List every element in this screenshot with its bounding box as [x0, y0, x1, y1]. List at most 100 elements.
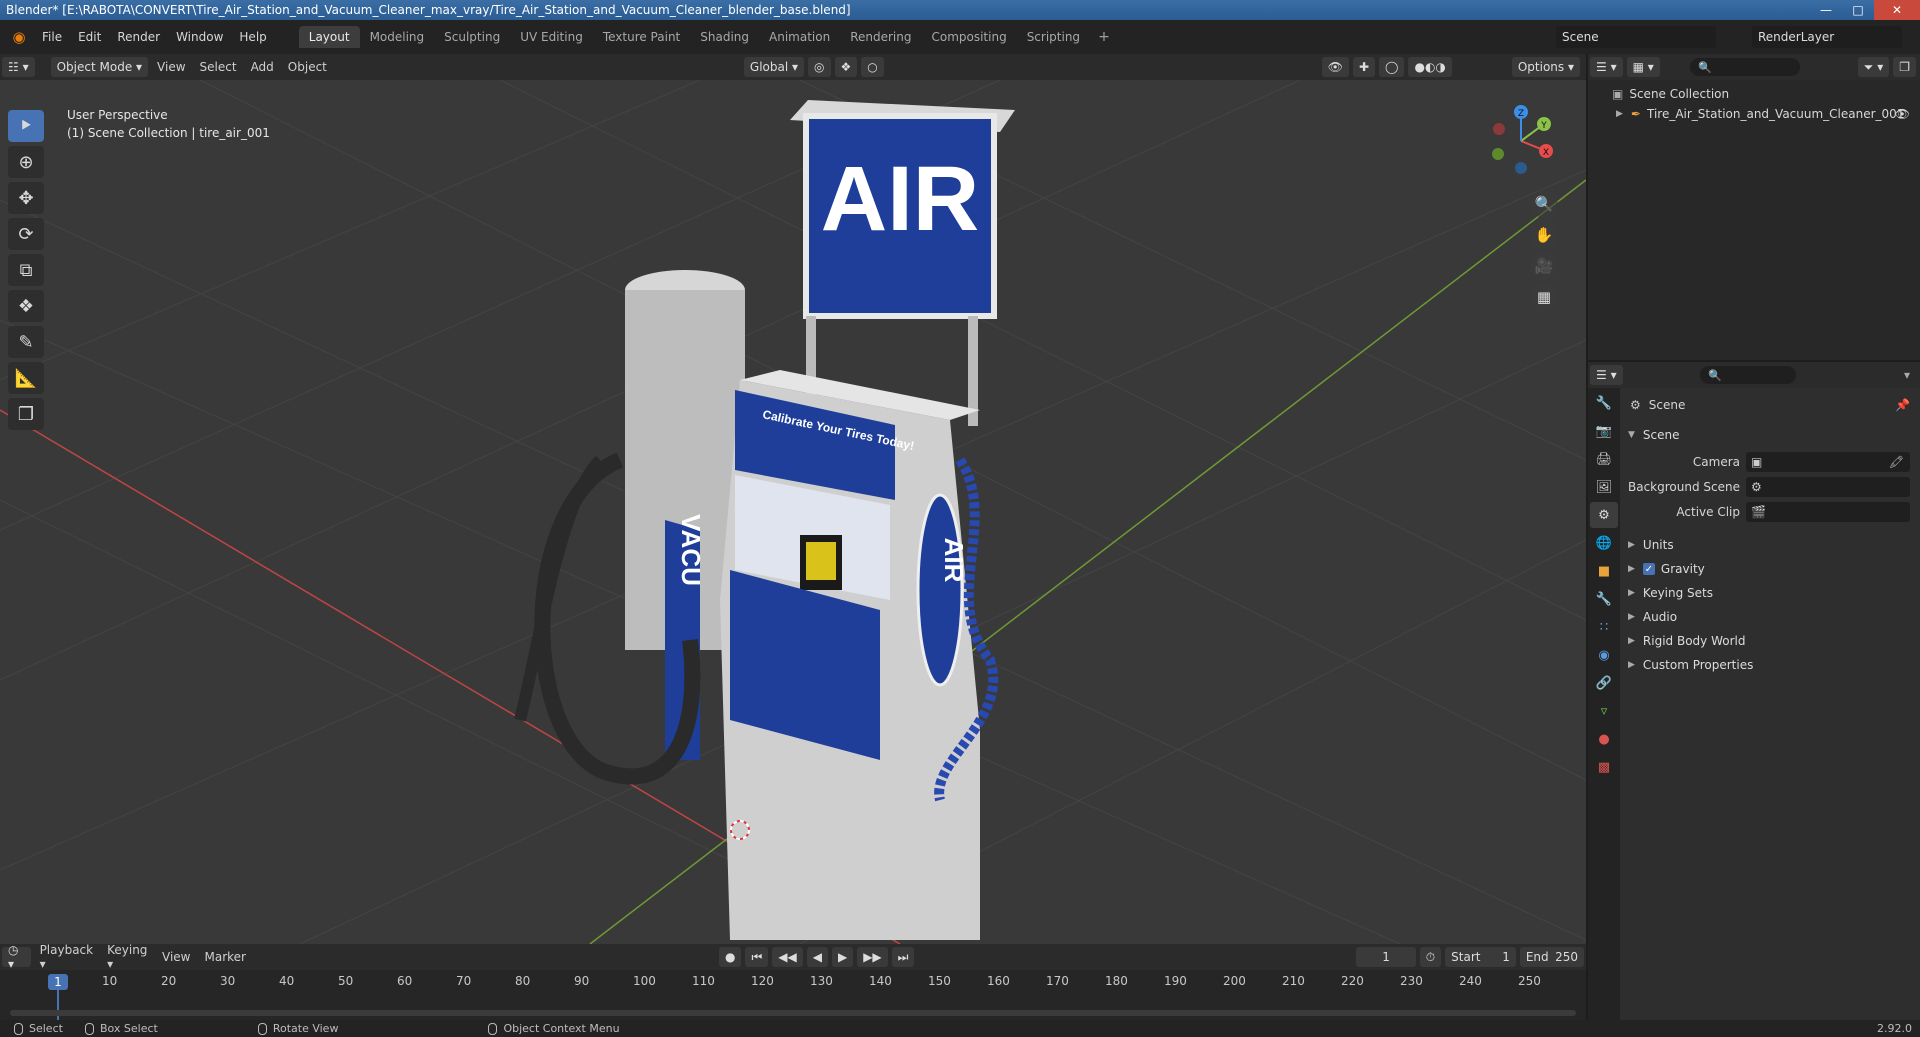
tab-shading[interactable]: Shading: [690, 26, 759, 48]
scene-selector[interactable]: Scene: [1556, 26, 1716, 48]
tab-compositing[interactable]: Compositing: [921, 26, 1016, 48]
play-reverse-icon[interactable]: ◀: [806, 947, 828, 967]
menu-edit[interactable]: Edit: [70, 30, 109, 44]
record-icon[interactable]: ●: [718, 947, 742, 967]
object-menu[interactable]: Object: [281, 60, 334, 74]
snap-icon[interactable]: ❖: [834, 57, 858, 77]
active-clip-field[interactable]: 🎬: [1746, 502, 1910, 522]
jump-end-icon[interactable]: ⏭: [891, 947, 915, 967]
stopwatch-icon[interactable]: ⏱: [1419, 947, 1442, 967]
next-keyframe-icon[interactable]: ▶▶: [857, 947, 888, 967]
background-scene-field[interactable]: ⚙: [1746, 477, 1910, 497]
transform-orientation-dropdown[interactable]: Global ▾: [743, 57, 805, 77]
menu-window[interactable]: Window: [168, 30, 231, 44]
air-station-model[interactable]: AIR Calibrate Your Tires Today! AIR VACU: [514, 100, 1015, 940]
keying-sets-panel[interactable]: ▶ Keying Sets: [1628, 582, 1713, 604]
maximize-icon[interactable]: □: [1842, 0, 1874, 20]
shading-modes-icon[interactable]: ●◐◑: [1408, 57, 1452, 77]
texture-tab-icon[interactable]: ▩: [1590, 754, 1618, 780]
gravity-panel[interactable]: ▶ ✓ Gravity: [1628, 558, 1705, 580]
object-tab-icon[interactable]: ■: [1590, 558, 1618, 584]
render-layer-selector[interactable]: RenderLayer: [1752, 26, 1902, 48]
add-menu[interactable]: Add: [244, 60, 281, 74]
close-icon[interactable]: ✕: [1874, 0, 1920, 20]
select-menu[interactable]: Select: [193, 60, 244, 74]
select-box-icon[interactable]: ⯈: [8, 110, 44, 142]
menu-help[interactable]: Help: [231, 30, 274, 44]
properties-search-input[interactable]: 🔍: [1700, 366, 1796, 384]
custom-properties-panel[interactable]: ▶ Custom Properties: [1628, 654, 1753, 676]
menu-render[interactable]: Render: [109, 30, 168, 44]
cursor-icon[interactable]: ⊕: [8, 146, 44, 178]
rigid-body-world-panel[interactable]: ▶ Rigid Body World: [1628, 630, 1745, 652]
menu-file[interactable]: File: [34, 30, 70, 44]
units-panel[interactable]: ▶ Units: [1628, 534, 1674, 556]
editor-type-button[interactable]: ☷ ▾: [2, 57, 35, 77]
gravity-checkbox[interactable]: ✓: [1642, 563, 1655, 575]
filter-icon[interactable]: ⏷ ▾: [1857, 57, 1890, 77]
timeline-scrollbar[interactable]: [10, 1010, 1576, 1016]
keying-menu[interactable]: Keying ▾: [100, 943, 155, 971]
expand-arrow-icon[interactable]: ▶: [1616, 109, 1623, 119]
annotate-icon[interactable]: ✎: [8, 326, 44, 358]
timeline-editor-type-button[interactable]: ◷ ▾: [2, 943, 31, 971]
properties-editor-type-button[interactable]: ☰ ▾: [1590, 365, 1623, 385]
tab-scripting[interactable]: Scripting: [1017, 26, 1090, 48]
add-workspace-button[interactable]: +: [1090, 29, 1118, 45]
prev-keyframe-icon[interactable]: ◀◀: [772, 947, 803, 967]
new-collection-icon[interactable]: ❐: [1893, 57, 1916, 77]
playback-menu[interactable]: Playback ▾: [33, 943, 101, 971]
material-tab-icon[interactable]: ●: [1590, 726, 1618, 752]
tab-uv-editing[interactable]: UV Editing: [510, 26, 593, 48]
transform-icon[interactable]: ❖: [8, 290, 44, 322]
world-tab-icon[interactable]: 🌐: [1590, 530, 1618, 556]
mode-dropdown[interactable]: Object Mode ▾: [50, 57, 149, 77]
physics-tab-icon[interactable]: ◉: [1590, 642, 1618, 668]
options-dropdown[interactable]: Options ▾: [1511, 57, 1580, 77]
zoom-icon[interactable]: 🔍: [1530, 190, 1558, 218]
tab-sculpting[interactable]: Sculpting: [434, 26, 510, 48]
tab-modeling[interactable]: Modeling: [360, 26, 435, 48]
gizmo-toggle-icon[interactable]: ✚: [1352, 57, 1376, 77]
timeline-view-menu[interactable]: View: [155, 950, 197, 964]
camera-field[interactable]: ▣ 🖍: [1746, 452, 1910, 472]
blender-logo-icon[interactable]: ◉: [8, 26, 30, 48]
timeline[interactable]: 1 10 20 30 40 50 60 70 80 90 100 110 120 130 140 150 16…: [0, 970, 1586, 1020]
tab-animation[interactable]: Animation: [759, 26, 840, 48]
scene-tab-icon[interactable]: ⚙: [1590, 502, 1618, 528]
move-icon[interactable]: ✥: [8, 182, 44, 214]
constraints-tab-icon[interactable]: 🔗: [1590, 670, 1618, 696]
play-icon[interactable]: ▶: [831, 947, 854, 967]
particles-tab-icon[interactable]: ∷: [1590, 614, 1618, 640]
scene-section-header[interactable]: ▼ Scene: [1628, 424, 1680, 446]
eye-icon[interactable]: 👁: [1895, 107, 1910, 121]
proportional-edit-icon[interactable]: ○: [861, 57, 884, 77]
visibility-icon[interactable]: 👁: [1321, 57, 1349, 77]
add-cube-icon[interactable]: ❐: [8, 398, 44, 430]
scale-icon[interactable]: ⧉: [8, 254, 44, 286]
end-frame-field[interactable]: End 250: [1519, 947, 1584, 967]
tab-texture-paint[interactable]: Texture Paint: [593, 26, 690, 48]
navigation-gizmo[interactable]: X Y Z: [1476, 96, 1566, 186]
rotate-icon[interactable]: ⟳: [8, 218, 44, 250]
marker-menu[interactable]: Marker: [197, 950, 252, 964]
camera-view-icon[interactable]: 🎥: [1530, 252, 1558, 280]
render-tab-icon[interactable]: 📷: [1590, 418, 1618, 444]
tab-rendering[interactable]: Rendering: [840, 26, 921, 48]
3d-viewport[interactable]: AIR Calibrate Your Tires Today! AIR VACU: [0, 80, 1586, 944]
pan-hand-icon[interactable]: ✋: [1530, 221, 1558, 249]
output-tab-icon[interactable]: 🖨: [1590, 446, 1618, 472]
outliner-item[interactable]: ▶ ✒ Tire_Air_Station_and_Vacuum_Cleaner_…: [1588, 104, 1920, 124]
scene-collection-row[interactable]: ▣ Scene Collection: [1588, 84, 1920, 104]
jump-start-icon[interactable]: ⏮: [745, 947, 769, 967]
current-frame-field[interactable]: 1: [1356, 947, 1416, 967]
view-menu[interactable]: View: [150, 60, 192, 74]
pin-icon[interactable]: 📌: [1895, 398, 1910, 412]
minimize-icon[interactable]: —: [1810, 0, 1842, 20]
overlay-toggle-icon[interactable]: ◯: [1379, 57, 1405, 77]
outliner-editor-type-button[interactable]: ☰ ▾: [1590, 57, 1623, 77]
pivot-point-icon[interactable]: ◎: [808, 57, 831, 77]
properties-options-icon[interactable]: ▾: [1904, 368, 1910, 382]
display-mode-button[interactable]: ▦ ▾: [1626, 57, 1660, 77]
perspective-toggle-icon[interactable]: ▦: [1530, 283, 1558, 311]
